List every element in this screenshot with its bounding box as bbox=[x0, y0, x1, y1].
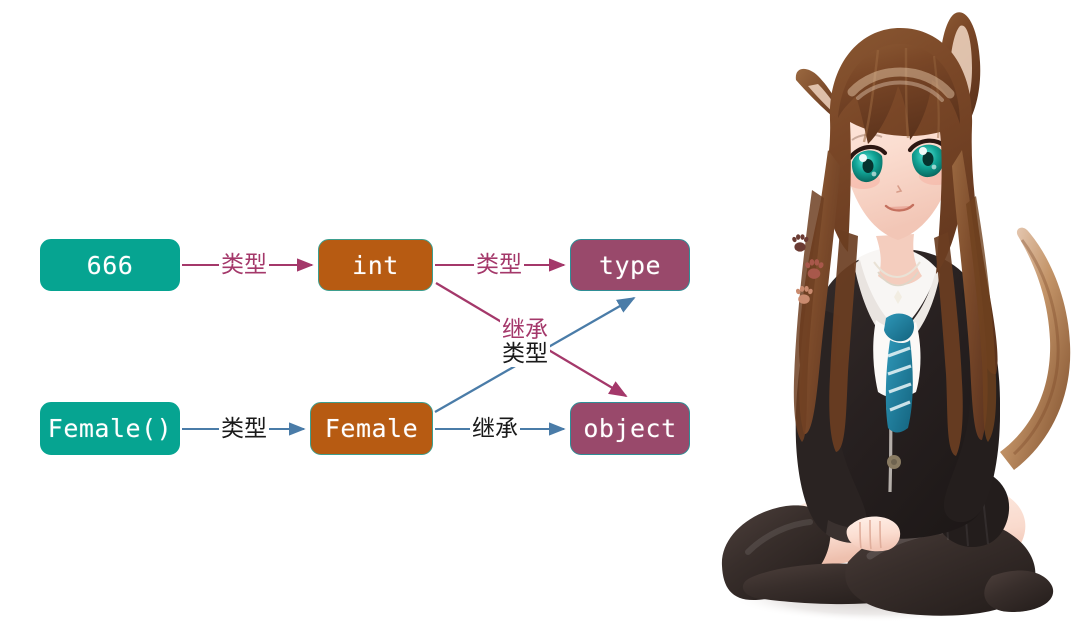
edge-label-type-femalecall-female: 类型 bbox=[219, 416, 269, 442]
diagram: 666 int type Female() Female object 类型 类… bbox=[0, 0, 730, 627]
node-object-label: object bbox=[583, 414, 677, 443]
edge-label-inherit-female-object: 继承 bbox=[470, 416, 520, 442]
node-female[interactable]: Female bbox=[310, 402, 433, 455]
cat-tail bbox=[1000, 227, 1071, 470]
edge-label-type-666-int: 类型 bbox=[219, 252, 269, 278]
screenshot-canvas: 666 int type Female() Female object 类型 类… bbox=[0, 0, 1080, 627]
node-object[interactable]: object bbox=[570, 402, 690, 455]
character-illustration bbox=[700, 0, 1080, 627]
node-type-label: type bbox=[598, 250, 662, 280]
catgirl-figure bbox=[721, 12, 1071, 622]
node-int[interactable]: int bbox=[318, 239, 433, 291]
node-female-label: Female bbox=[324, 414, 419, 443]
edge-label-type-int-type: 类型 bbox=[474, 252, 524, 278]
node-666[interactable]: 666 bbox=[40, 239, 180, 291]
node-666-label: 666 bbox=[86, 250, 134, 280]
diagram-edges bbox=[182, 258, 636, 436]
edge-label-inherit-int-object: 继承 bbox=[500, 317, 550, 343]
node-type[interactable]: type bbox=[570, 239, 690, 291]
node-int-label: int bbox=[352, 250, 399, 280]
necktie bbox=[884, 313, 914, 433]
edge-label-type-female-type: 类型 bbox=[500, 341, 550, 367]
node-female-call-label: Female() bbox=[47, 414, 173, 443]
node-female-call[interactable]: Female() bbox=[40, 402, 180, 455]
